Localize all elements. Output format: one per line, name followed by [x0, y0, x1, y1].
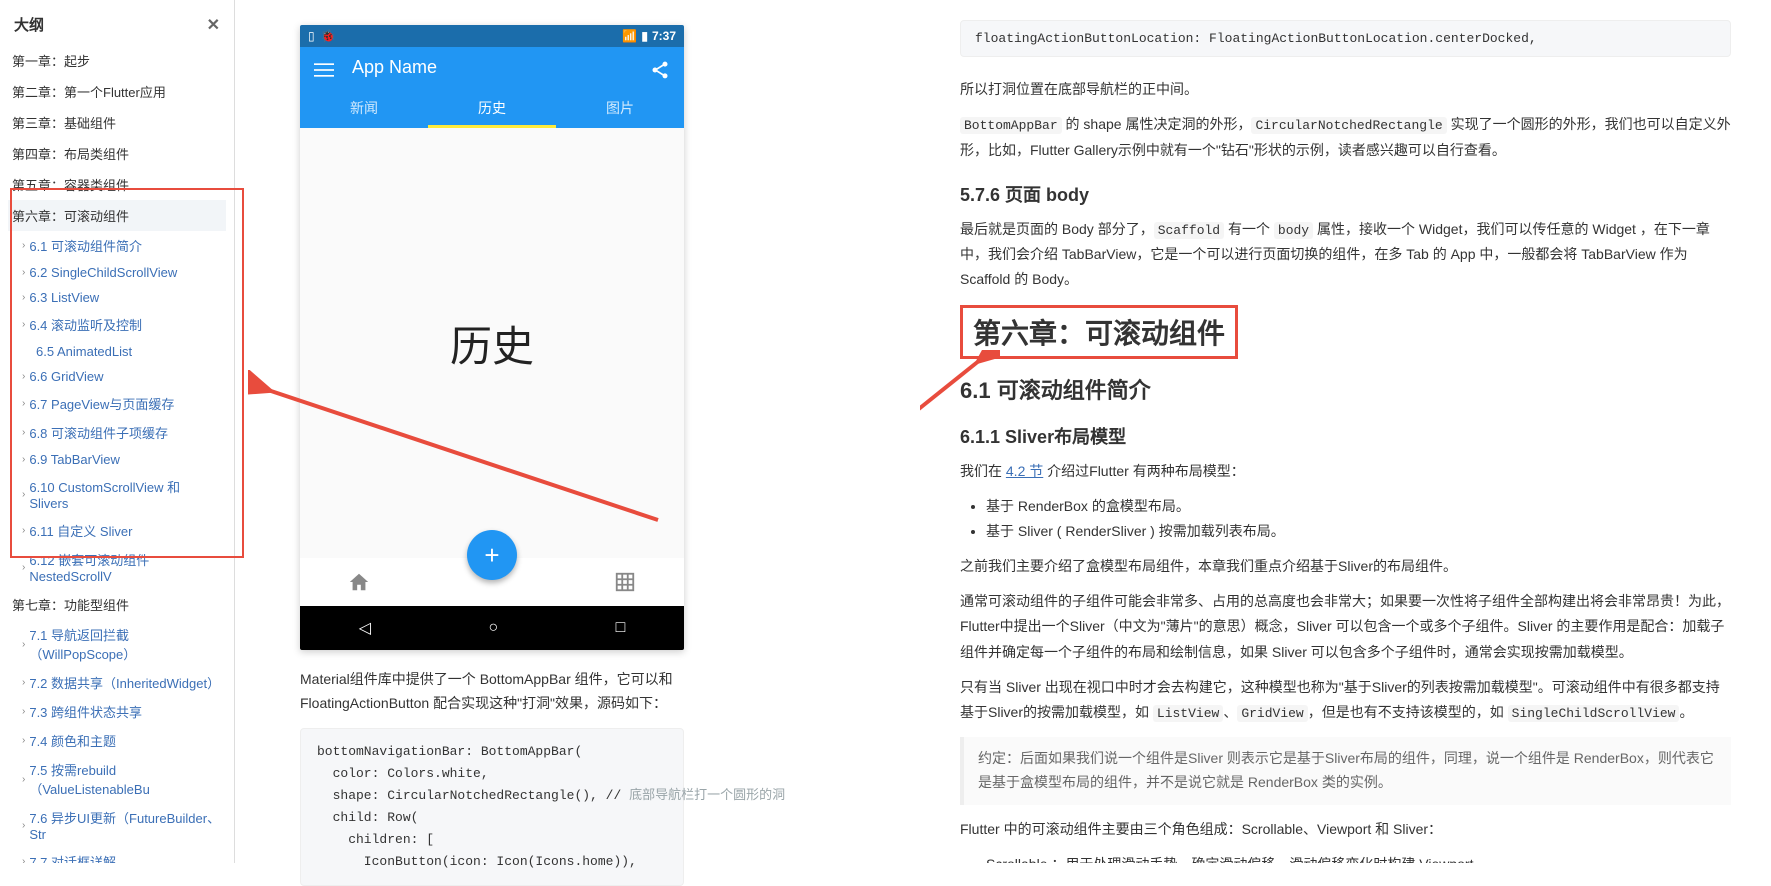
heading-576: 5.7.6 页面 body: [960, 181, 1731, 207]
fab-add-button[interactable]: +: [467, 530, 517, 580]
chevron-icon: ›: [22, 292, 25, 303]
section-6-7[interactable]: ›6.7 PageView与页面缓存: [8, 389, 226, 418]
tab-bar: 新闻 历史 图片: [300, 88, 684, 128]
paragraph-shape: BottomAppBar 的 shape 属性决定洞的外形，CircularNo…: [960, 112, 1731, 163]
paragraph-611b: 之前我们主要介绍了盒模型布局组件，本章我们重点介绍基于Sliver的布局组件。: [960, 554, 1731, 579]
tab-news[interactable]: 新闻: [300, 88, 428, 128]
phone-screenshot: ▯ 🐞 📶 ▮ 7:37 App Name: [300, 25, 684, 886]
section-6-8[interactable]: ›6.8 可滚动组件子项缓存: [8, 418, 226, 447]
link-4-2[interactable]: 4.2 节: [1006, 463, 1043, 479]
chevron-icon: ›: [22, 454, 25, 465]
chevron-icon: ›: [22, 856, 25, 863]
paragraph-611c: 通常可滚动组件的子组件可能会非常多、占用的总高度也会非常大；如果要一次性将子组件…: [960, 589, 1731, 665]
heading-chapter-6: 第六章：可滚动组件: [960, 305, 1731, 359]
chevron-icon: ›: [22, 489, 25, 500]
chevron-icon: ›: [22, 240, 25, 251]
section-6-10[interactable]: ›6.10 CustomScrollView 和 Slivers: [8, 472, 226, 516]
chevron-icon: ›: [22, 525, 25, 536]
section-7-6[interactable]: ›7.6 异步UI更新（FutureBuilder、Str: [8, 803, 226, 847]
code-fab-location: floatingActionButtonLocation: FloatingAc…: [960, 20, 1731, 57]
bug-icon: 🐞: [321, 29, 336, 43]
chevron-icon: ›: [22, 820, 25, 831]
section-6-9[interactable]: ›6.9 TabBarView: [8, 447, 226, 472]
home-icon[interactable]: [348, 571, 370, 593]
recent-icon[interactable]: □: [616, 619, 626, 637]
quote-convention: 约定：后面如果我们说一个组件是Sliver 则表示它是基于Sliver布局的组件…: [960, 737, 1731, 805]
signal-icon: 📶: [622, 29, 637, 43]
material-paragraph: Material组件库中提供了一个 BottomAppBar 组件，它可以和 F…: [300, 668, 684, 716]
chapter-6[interactable]: 第六章：可滚动组件: [8, 200, 226, 231]
chapter-4[interactable]: 第四章：布局类组件: [8, 138, 226, 169]
chevron-icon: ›: [22, 706, 25, 717]
chapter-2[interactable]: 第二章：第一个Flutter应用: [8, 76, 226, 107]
list-611-a: 基于 RenderBox 的盒模型布局。 基于 Sliver ( RenderS…: [986, 494, 1731, 544]
section-7-5[interactable]: ›7.5 按需rebuild（ValueListenableBu: [8, 755, 226, 803]
chapter-7[interactable]: 第七章：功能型组件: [8, 589, 226, 620]
paragraph-611e: Flutter 中的可滚动组件主要由三个角色组成：Scrollable、View…: [960, 817, 1731, 842]
code-block-bottom-appbar: bottomNavigationBar: BottomAppBar( color…: [300, 728, 684, 886]
paragraph-611-intro: 我们在 4.2 节 介绍过Flutter 有两种布局模型：: [960, 459, 1731, 484]
close-icon[interactable]: ✕: [207, 15, 220, 35]
tab-picture[interactable]: 图片: [556, 88, 684, 128]
paragraph-body: 最后就是页面的 Body 部分了，Scaffold 有一个 body 属性，接收…: [960, 217, 1731, 293]
annotation-box-heading: 第六章：可滚动组件: [960, 305, 1238, 359]
paragraph-611d: 只有当 Sliver 出现在视口中时才会去构建它，这种模型也称为"基于Slive…: [960, 675, 1731, 726]
sidebar-title: 大纲: [14, 14, 44, 35]
section-7-4[interactable]: ›7.4 颜色和主题: [8, 726, 226, 755]
section-6-11[interactable]: ›6.11 自定义 Sliver: [8, 516, 226, 545]
section-6-2[interactable]: ›6.2 SingleChildScrollView: [8, 260, 226, 285]
business-icon[interactable]: [614, 571, 636, 593]
list-item: Scrollable ：用于处理滑动手势，确定滑动偏移，滑动偏移变化时构建 Vi…: [986, 852, 1731, 863]
statusbar-time: 7:37: [652, 29, 676, 43]
chevron-icon: ›: [22, 677, 25, 688]
section-7-3[interactable]: ›7.3 跨组件状态共享: [8, 697, 226, 726]
list-611-b: Scrollable ：用于处理滑动手势，确定滑动偏移，滑动偏移变化时构建 Vi…: [986, 852, 1731, 863]
section-6-3[interactable]: ›6.3 ListView: [8, 285, 226, 310]
home-nav-icon[interactable]: ○: [488, 619, 498, 637]
chapter-3[interactable]: 第三章：基础组件: [8, 107, 226, 138]
chevron-icon: ›: [22, 319, 25, 330]
section-6-5[interactable]: 6.5 AnimatedList: [8, 339, 226, 364]
chevron-icon: ›: [22, 774, 25, 785]
chevron-icon: ›: [22, 562, 25, 573]
android-nav-bar: ◁ ○ □: [300, 606, 684, 650]
app-title: App Name: [352, 57, 632, 78]
menu-icon[interactable]: [314, 60, 334, 76]
list-item: 基于 Sliver ( RenderSliver ) 按需加载列表布局。: [986, 519, 1731, 544]
chevron-icon: ›: [22, 398, 25, 409]
sim-icon: ▯: [308, 29, 315, 43]
list-item: 基于 RenderBox 的盒模型布局。: [986, 494, 1731, 519]
back-icon[interactable]: ◁: [359, 618, 371, 638]
section-6-1[interactable]: ›6.1 可滚动组件简介: [8, 231, 226, 260]
chevron-icon: ›: [22, 735, 25, 746]
chevron-icon: ›: [22, 267, 25, 278]
section-7-2[interactable]: ›7.2 数据共享（InheritedWidget）: [8, 668, 226, 697]
body-label: 历史: [450, 313, 534, 374]
section-6-4[interactable]: ›6.4 滚动监听及控制: [8, 310, 226, 339]
chevron-icon: ›: [22, 427, 25, 438]
chapter-5[interactable]: 第五章：容器类组件: [8, 169, 226, 200]
phone-body: 历史 +: [300, 128, 684, 558]
battery-icon: ▮: [641, 29, 648, 43]
left-pane: 大纲 ✕ 第一章：起步 第二章：第一个Flutter应用 第三章：基础组件 第四…: [0, 0, 920, 863]
right-pane: floatingActionButtonLocation: FloatingAc…: [920, 0, 1771, 863]
chevron-icon: ›: [22, 639, 25, 650]
android-statusbar: ▯ 🐞 📶 ▮ 7:37: [300, 25, 684, 47]
heading-611: 6.1.1 Sliver布局模型: [960, 423, 1731, 449]
section-6-6[interactable]: ›6.6 GridView: [8, 364, 226, 389]
tab-history[interactable]: 历史: [428, 88, 556, 128]
outline-sidebar: 大纲 ✕ 第一章：起步 第二章：第一个Flutter应用 第三章：基础组件 第四…: [0, 0, 235, 863]
heading-61: 6.1 可滚动组件简介: [960, 373, 1731, 405]
chapter-1[interactable]: 第一章：起步: [8, 45, 226, 76]
paragraph-hole-position: 所以打洞位置在底部导航栏的正中间。: [960, 77, 1731, 102]
chevron-icon: ›: [22, 371, 25, 382]
section-6-12[interactable]: ›6.12 嵌套可滚动组件 NestedScrollV: [8, 545, 226, 589]
share-icon[interactable]: [650, 60, 670, 76]
section-7-1[interactable]: ›7.1 导航返回拦截（WillPopScope）: [8, 620, 226, 668]
section-7-7[interactable]: ›7.7 对话框详解: [8, 847, 226, 863]
